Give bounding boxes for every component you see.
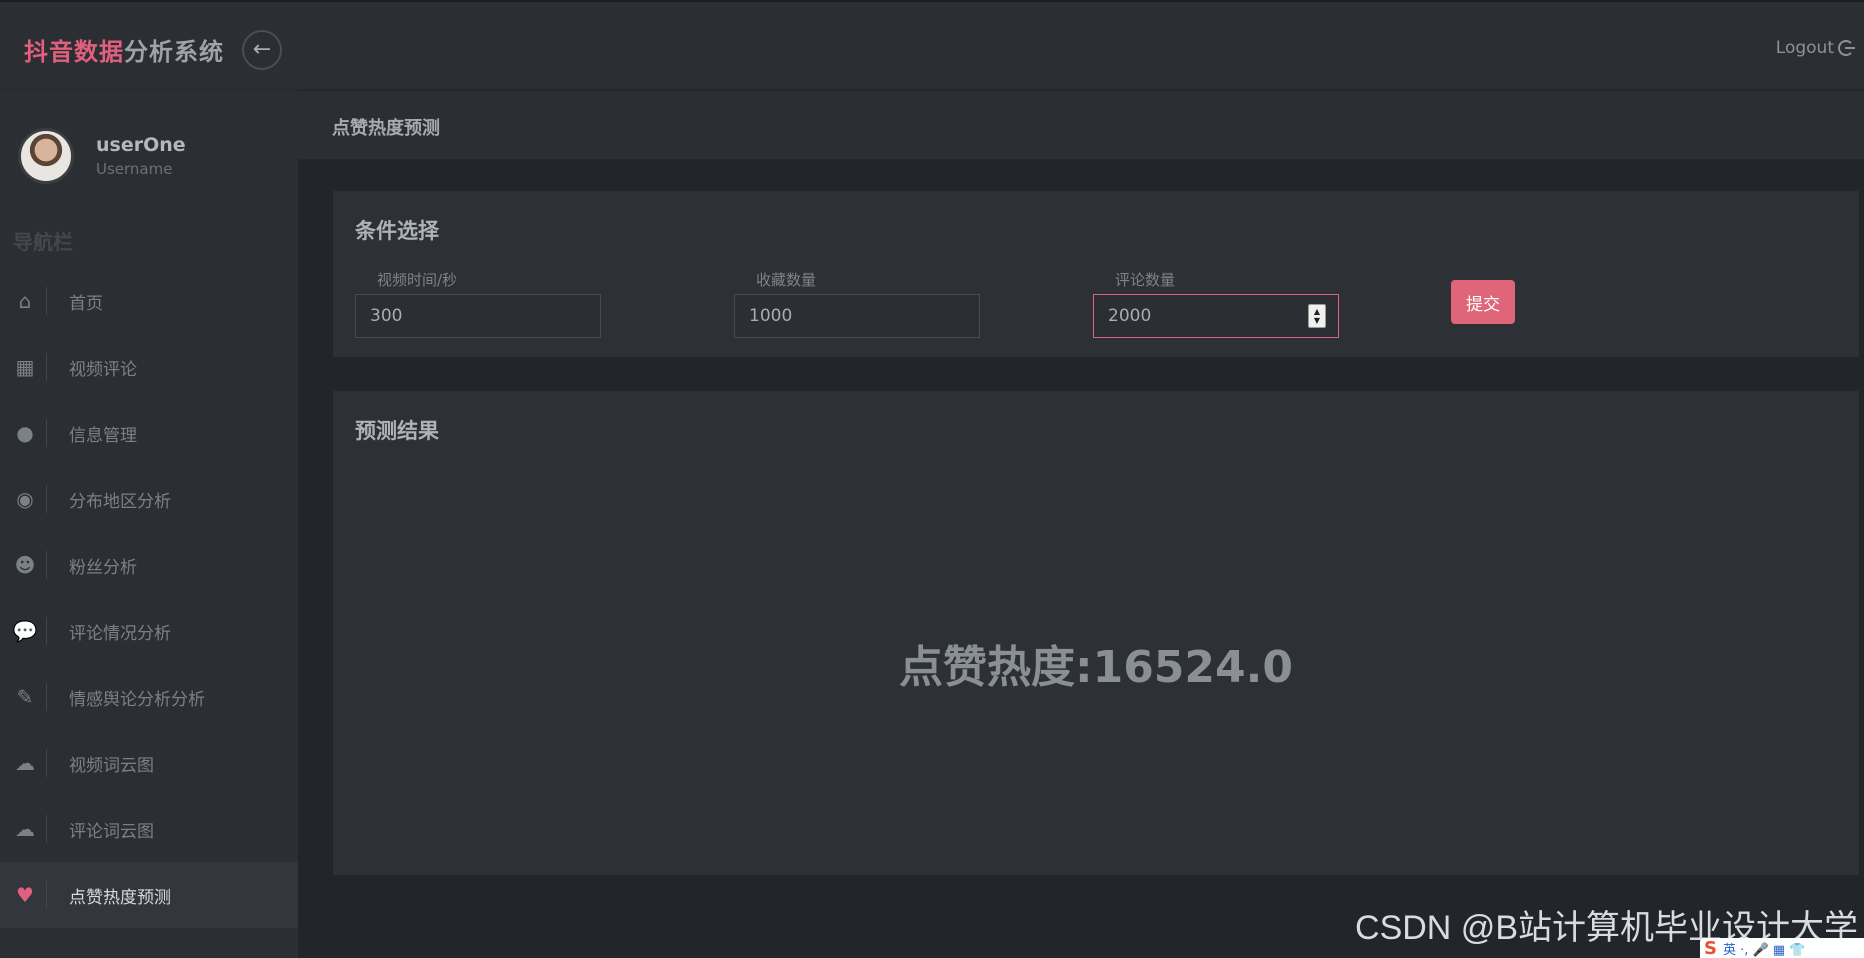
comment-icon: 💬 [12, 619, 38, 643]
divider [46, 419, 47, 447]
sidebar-item-like-prediction[interactable]: ♥ 点赞热度预测 [0, 862, 298, 928]
submit-button[interactable]: 提交 [1451, 280, 1515, 324]
divider [46, 683, 47, 711]
user-icon: ● [16, 421, 34, 445]
sidebar-item-label: 视频词云图 [69, 755, 154, 776]
sidebar-toggle-button[interactable]: ← [242, 30, 282, 70]
fire-icon: ✎ [16, 685, 34, 709]
sidebar: userOne Username 导航栏 ⌂ 首页 ▦ 视频评论 ● 信息管理 … [0, 90, 298, 958]
users-icon: ☻ [14, 553, 36, 577]
user-name: userOne [96, 134, 186, 156]
page-title: 点赞热度预测 [332, 118, 440, 139]
favorites-count-value: 1000 [749, 306, 793, 326]
brand-accent: 抖音数据 [24, 38, 124, 66]
app-brand[interactable]: 抖音数据分析系统 [24, 32, 224, 67]
arrow-left-icon: ← [252, 37, 272, 62]
favorites-count-label: 收藏数量 [756, 271, 817, 289]
sidebar-item-label: 情感舆论分析分析 [69, 689, 205, 710]
sidebar-nav: ⌂ 首页 ▦ 视频评论 ● 信息管理 ◉ 分布地区分析 ☻ 粉丝分析 💬 评论情… [0, 268, 298, 928]
divider [46, 815, 47, 843]
user-info: userOne Username [96, 134, 186, 178]
cloud-download-icon: ☁ [15, 751, 35, 775]
comments-count-label: 评论数量 [1115, 271, 1176, 289]
ime-status: 英 ·, 🎤 ▦ 👕 [1722, 942, 1806, 958]
comments-count-field: 评论数量 2000 ▲ ▼ [1093, 269, 1339, 338]
top-bar: 抖音数据分析系统 ← Logout [0, 0, 1864, 90]
favorites-count-input[interactable]: 1000 [734, 294, 980, 338]
sidebar-item-comment-wordcloud[interactable]: ☁ 评论词云图 [0, 796, 298, 862]
ime-toolbar[interactable]: S 英 ·, 🎤 ▦ 👕 [1700, 938, 1864, 958]
user-role: Username [96, 160, 173, 178]
sidebar-item-fans-analysis[interactable]: ☻ 粉丝分析 [0, 532, 298, 598]
result-card-title: 预测结果 [355, 419, 439, 443]
divider [46, 287, 47, 315]
logout-button[interactable]: Logout [1775, 38, 1855, 58]
sidebar-item-comment-analysis[interactable]: 💬 评论情况分析 [0, 598, 298, 664]
comments-count-input[interactable]: 2000 ▲ ▼ [1093, 294, 1339, 338]
video-duration-value: 300 [370, 306, 403, 326]
divider [46, 749, 47, 777]
sidebar-item-home[interactable]: ⌂ 首页 [0, 268, 298, 334]
sidebar-item-label: 评论情况分析 [69, 623, 171, 644]
avatar[interactable] [18, 128, 74, 184]
brand-rest: 分析系统 [124, 38, 224, 66]
divider [46, 353, 47, 381]
result-card: 预测结果 点赞热度:16524.0 [333, 391, 1859, 875]
video-duration-label: 视频时间/秒 [377, 271, 458, 289]
video-duration-input[interactable]: 300 [355, 294, 601, 338]
video-duration-field: 视频时间/秒 300 [355, 269, 601, 338]
number-stepper[interactable]: ▲ ▼ [1308, 304, 1326, 328]
divider [46, 617, 47, 645]
favorites-count-field: 收藏数量 1000 [734, 269, 980, 338]
sidebar-item-region-analysis[interactable]: ◉ 分布地区分析 [0, 466, 298, 532]
grid-icon: ▦ [15, 355, 35, 379]
sidebar-item-label: 粉丝分析 [69, 557, 137, 578]
prediction-result: 点赞热度:16524.0 [898, 642, 1293, 693]
sidebar-item-sentiment-analysis[interactable]: ✎ 情感舆论分析分析 [0, 664, 298, 730]
divider [46, 485, 47, 513]
sidebar-item-label: 点赞热度预测 [69, 887, 171, 908]
map-pin-icon: ◉ [16, 487, 34, 511]
logout-label: Logout [1775, 38, 1834, 58]
ime-logo-icon: S [1704, 937, 1717, 958]
filter-card: 条件选择 视频时间/秒 300 收藏数量 1000 评论数量 2000 ▲ ▼ … [333, 191, 1859, 357]
heart-icon: ♥ [16, 883, 34, 907]
sidebar-item-info-management[interactable]: ● 信息管理 [0, 400, 298, 466]
logout-icon [1838, 40, 1855, 56]
divider [46, 551, 47, 579]
sidebar-item-label: 信息管理 [69, 425, 137, 446]
filter-card-title: 条件选择 [355, 219, 439, 243]
page-header: 点赞热度预测 [298, 91, 1864, 159]
divider [46, 881, 47, 909]
sidebar-item-label: 视频评论 [69, 359, 137, 380]
sidebar-item-video-wordcloud[interactable]: ☁ 视频词云图 [0, 730, 298, 796]
comments-count-value: 2000 [1108, 306, 1152, 326]
home-icon: ⌂ [18, 289, 32, 313]
sidebar-item-label: 评论词云图 [69, 821, 154, 842]
sidebar-item-video-comments[interactable]: ▦ 视频评论 [0, 334, 298, 400]
nav-title: 导航栏 [13, 230, 73, 254]
sidebar-item-label: 首页 [69, 293, 103, 314]
user-panel: userOne Username [18, 128, 186, 184]
cloud-upload-icon: ☁ [15, 817, 35, 841]
stepper-down-icon[interactable]: ▼ [1314, 316, 1320, 325]
stepper-up-icon[interactable]: ▲ [1314, 307, 1320, 316]
sidebar-item-label: 分布地区分析 [69, 491, 171, 512]
